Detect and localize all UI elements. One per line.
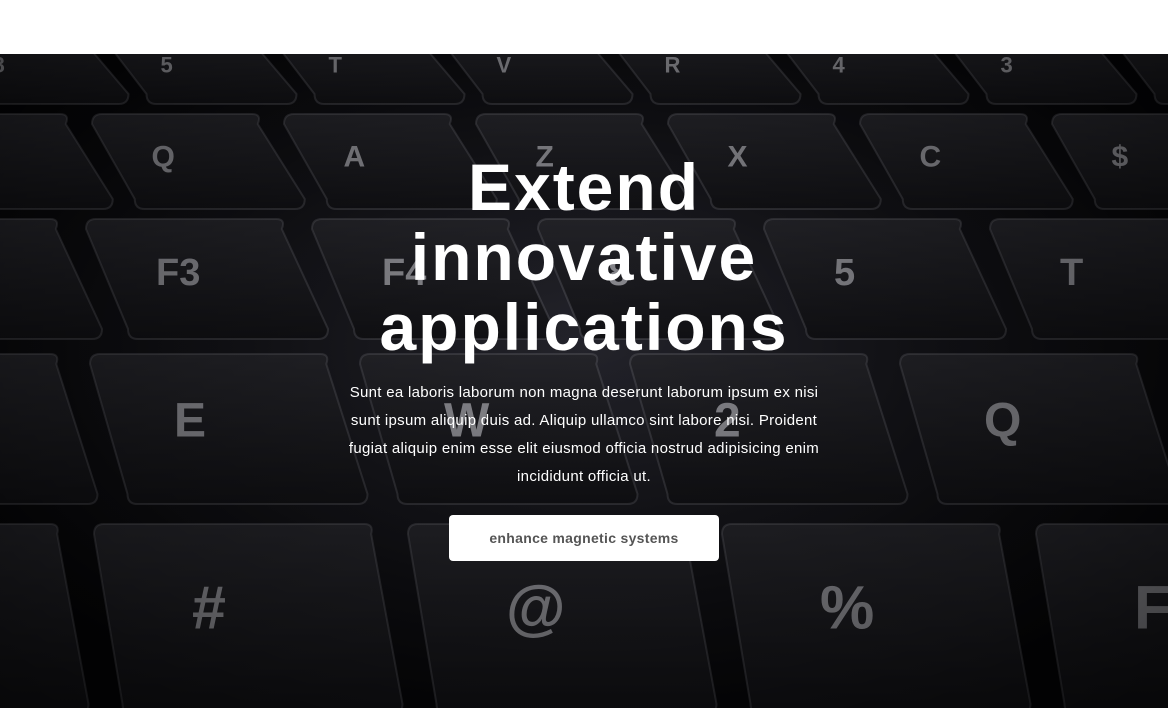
hero-description: Sunt ea laboris laborum non magna deseru… (348, 384, 820, 485)
top-navbar (0, 0, 1168, 54)
enhance-systems-button[interactable]: enhance magnetic systems (449, 515, 719, 561)
hero-content: Extend innovative applications Sunt ea l… (0, 54, 1168, 708)
hero-section: 85TVR43EW2QAZXC$#@%F3F485TVR43EW2QAZXC$#… (0, 54, 1168, 708)
hero-title: Extend innovative applications (379, 150, 789, 364)
